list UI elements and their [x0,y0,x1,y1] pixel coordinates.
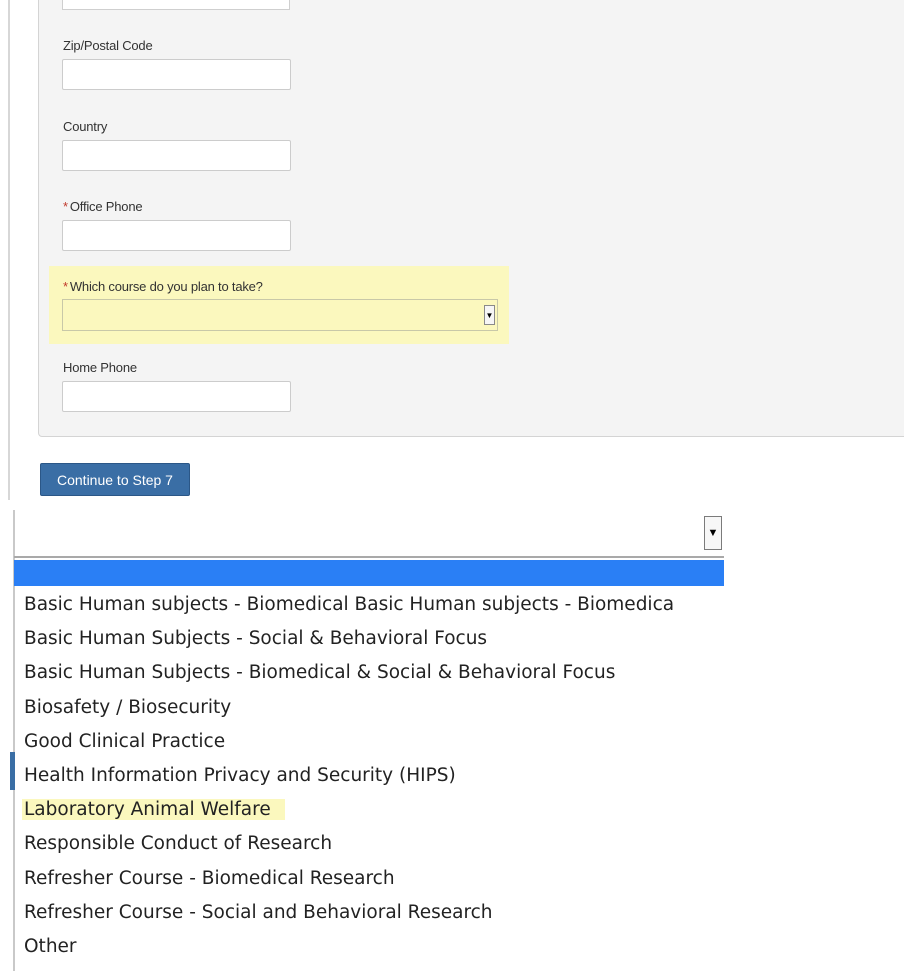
office-phone-input[interactable] [62,220,291,251]
dropdown-option[interactable]: Refresher Course - Biomedical Research [14,862,688,896]
dropdown-option[interactable]: Basic Human Subjects - Social & Behavior… [14,622,688,656]
country-input[interactable] [62,140,291,171]
home-phone-label: Home Phone [63,360,137,375]
course-options-list: Basic Human subjects - Biomedical Basic … [14,588,688,964]
dropdown-option[interactable]: Basic Human subjects - Biomedical Basic … [14,588,688,622]
dropdown-chevron-down-icon[interactable]: ▼ [704,516,722,550]
previous-field-input[interactable] [62,0,290,10]
continue-button[interactable]: Continue to Step 7 [40,463,190,496]
dropdown-option[interactable]: Responsible Conduct of Research [14,827,688,861]
dropdown-option[interactable]: Health Information Privacy and Security … [14,759,688,793]
dropdown-option[interactable]: Other [14,930,688,964]
dropdown-option-blank-selected[interactable] [14,560,724,586]
office-phone-label: * Office Phone [63,199,143,214]
required-marker: * [63,279,68,294]
zip-input[interactable] [62,59,291,90]
course-label: * Which course do you plan to take? [63,279,263,294]
zip-label: Zip/Postal Code [63,38,153,53]
course-select[interactable]: ▼ [62,299,498,331]
course-label-text: Which course do you plan to take? [69,279,263,294]
country-label: Country [63,119,108,134]
home-phone-input[interactable] [62,381,291,412]
dropdown-separator [14,556,724,558]
dropdown-option-highlighted[interactable]: Laboratory Animal Welfare [14,793,688,827]
dropdown-option[interactable]: Basic Human Subjects - Biomedical & Soci… [14,656,688,690]
dropdown-option[interactable]: Biosafety / Biosecurity [14,691,688,725]
page-left-border [8,0,10,500]
dropdown-option[interactable]: Good Clinical Practice [14,725,688,759]
required-marker: * [63,199,68,214]
chevron-down-icon[interactable]: ▼ [484,305,495,325]
office-phone-label-text: Office Phone [69,199,143,214]
dropdown-option[interactable]: Refresher Course - Social and Behavioral… [14,896,688,930]
